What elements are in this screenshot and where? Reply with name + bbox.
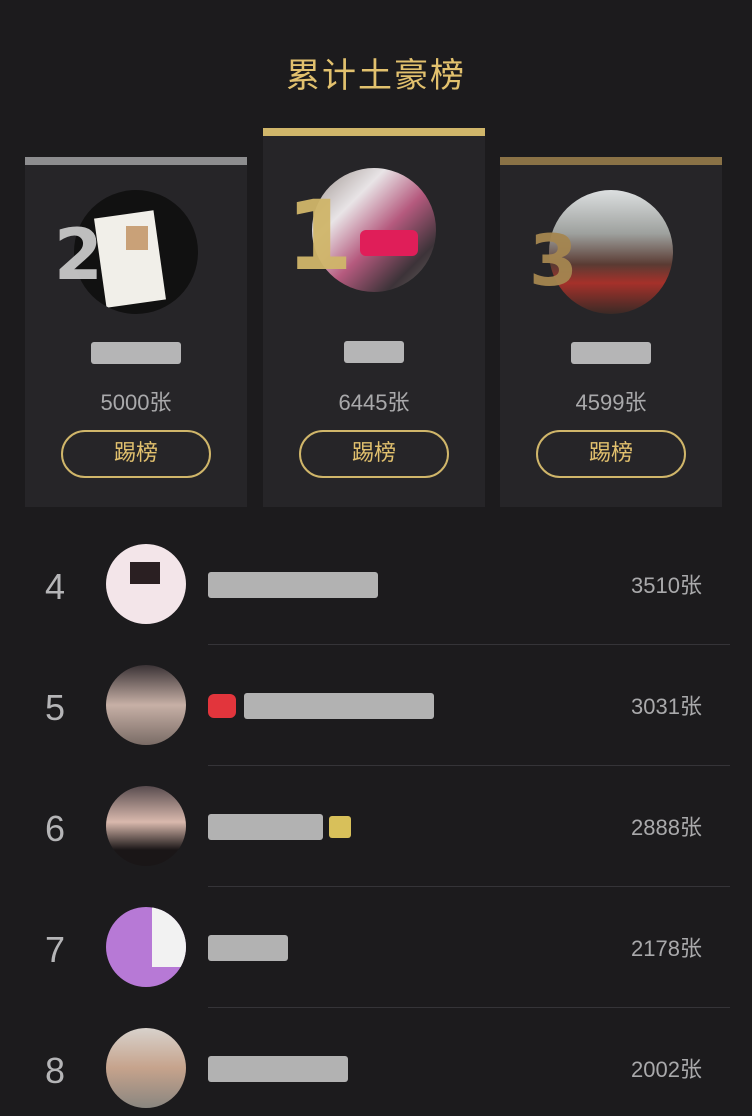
ticket-count: 3510张	[631, 573, 702, 598]
rank-badge: 3	[529, 220, 578, 302]
podium-card-rank-2[interactable]: 2 5000张 踢榜	[25, 157, 247, 507]
sparkle-icon	[329, 816, 351, 838]
list-item[interactable]: 8 2002张	[0, 1008, 752, 1116]
username-blurred	[208, 814, 351, 840]
rank-badge: 2	[54, 214, 103, 296]
kick-button[interactable]: 踢榜	[536, 430, 686, 478]
username-blurred	[208, 935, 288, 961]
avatar[interactable]	[106, 665, 186, 745]
list-item[interactable]: 7 2178张	[0, 887, 752, 1008]
username-blurred	[500, 342, 722, 369]
list-item[interactable]: 4 3510张	[0, 524, 752, 645]
avatar[interactable]	[106, 786, 186, 866]
rank-badge: 1	[286, 180, 353, 292]
ticket-count: 4599张	[575, 390, 647, 415]
rank-number: 6	[45, 808, 66, 849]
ticket-count: 2178张	[631, 936, 702, 961]
username-blurred	[25, 342, 247, 369]
rank-number: 5	[45, 687, 66, 728]
ticket-count: 3031张	[631, 694, 702, 719]
rank-3-accent-bar	[500, 157, 722, 165]
username-blurred	[263, 341, 485, 368]
username-blurred	[208, 693, 434, 719]
ticket-count: 2888张	[631, 815, 702, 840]
ticket-count: 5000张	[100, 390, 172, 415]
username-blurred	[208, 1056, 348, 1082]
ticket-count: 6445张	[338, 390, 410, 415]
heart-icon	[208, 694, 236, 718]
rank-number: 4	[45, 566, 66, 607]
list-item[interactable]: 6 2888张	[0, 766, 752, 887]
ticket-count: 2002张	[631, 1057, 702, 1082]
avatar[interactable]	[106, 1028, 186, 1108]
rank-number: 8	[45, 1050, 66, 1091]
kick-button[interactable]: 踢榜	[61, 430, 211, 478]
list-item[interactable]: 5 3031张	[0, 645, 752, 766]
avatar[interactable]	[106, 544, 186, 624]
rank-2-accent-bar	[25, 157, 247, 165]
kick-button[interactable]: 踢榜	[299, 430, 449, 478]
username-blurred	[208, 572, 378, 598]
avatar[interactable]	[106, 907, 186, 987]
rank-number: 7	[45, 929, 66, 970]
rank-1-accent-bar	[263, 128, 485, 136]
podium-card-rank-1[interactable]: 1 6445张 踢榜	[263, 128, 485, 507]
page-title: 累计土豪榜	[286, 56, 466, 96]
podium-card-rank-3[interactable]: 3 4599张 踢榜	[500, 157, 722, 507]
